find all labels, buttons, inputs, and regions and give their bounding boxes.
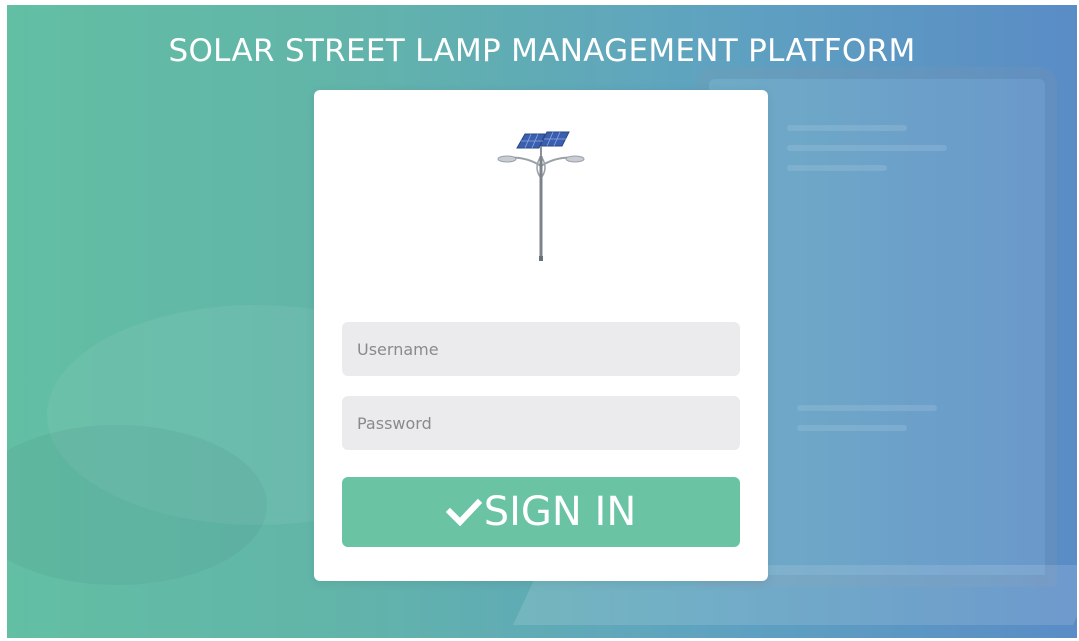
login-page: SOLAR STREET LAMP MANAGEMENT PLATFORM Us… — [7, 5, 1077, 638]
page-title: SOLAR STREET LAMP MANAGEMENT PLATFORM — [168, 33, 916, 69]
checkmark-icon — [445, 498, 482, 526]
background-decoration — [787, 165, 887, 171]
background-decoration — [787, 125, 907, 131]
background-decoration — [797, 405, 937, 411]
background-decoration — [787, 145, 947, 151]
background-decoration — [797, 425, 907, 431]
sign-in-button[interactable]: SIGN IN — [342, 477, 740, 547]
solar-street-lamp-icon — [497, 131, 585, 261]
username-input[interactable] — [342, 322, 740, 376]
password-input[interactable] — [342, 396, 740, 450]
login-card: SIGN IN — [314, 90, 768, 581]
sign-in-label: SIGN IN — [483, 489, 637, 535]
